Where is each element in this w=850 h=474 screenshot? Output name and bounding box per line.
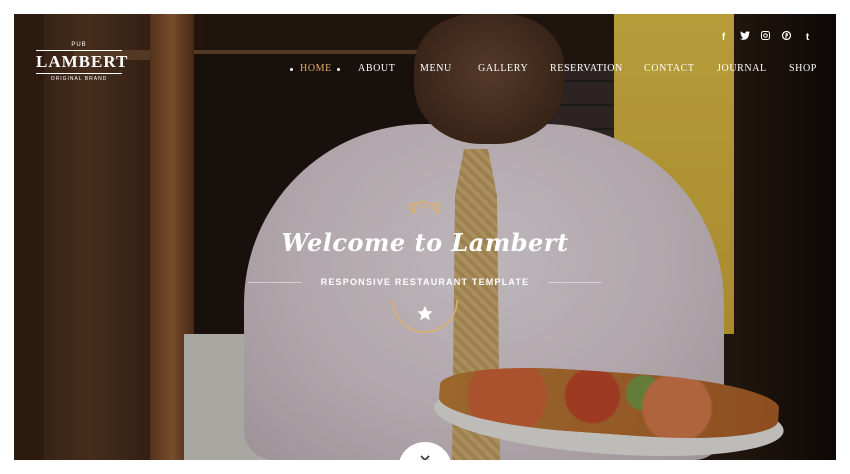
facebook-icon[interactable]: f <box>713 31 734 45</box>
main-nav: HOME ABOUT MENU GALLERY RESERVATION CONT… <box>14 62 836 76</box>
nav-item-contact[interactable]: CONTACT <box>644 62 695 76</box>
hero-section: PUB LAMBERT ORIGINAL BRAND f t HOME ABOU… <box>14 14 836 460</box>
nav-item-menu[interactable]: MENU <box>420 62 452 76</box>
star-badge <box>392 299 458 333</box>
divider-right <box>548 282 602 283</box>
star-icon <box>417 306 433 321</box>
hops-icon <box>409 201 441 215</box>
instagram-icon[interactable] <box>755 31 776 45</box>
nav-dot-left <box>290 68 293 71</box>
tumblr-icon[interactable]: t <box>797 31 818 45</box>
twitter-icon[interactable] <box>734 31 755 45</box>
nav-item-journal[interactable]: JOURNAL <box>717 62 767 76</box>
chevron-double-down-icon <box>420 455 430 460</box>
social-links: f t <box>713 30 818 45</box>
nav-item-gallery[interactable]: GALLERY <box>478 62 528 76</box>
hero-title: Welcome to Lambert <box>281 228 569 257</box>
logo-brand: ORIGINAL BRAND <box>50 76 108 82</box>
nav-item-reservation[interactable]: RESERVATION <box>550 62 623 76</box>
pinterest-icon[interactable] <box>776 30 797 45</box>
nav-item-shop[interactable]: SHOP <box>789 62 817 76</box>
nav-item-about[interactable]: ABOUT <box>358 62 395 76</box>
nav-dot-right <box>337 68 340 71</box>
logo-pub: PUB <box>71 42 87 48</box>
nav-item-home[interactable]: HOME <box>300 62 332 76</box>
